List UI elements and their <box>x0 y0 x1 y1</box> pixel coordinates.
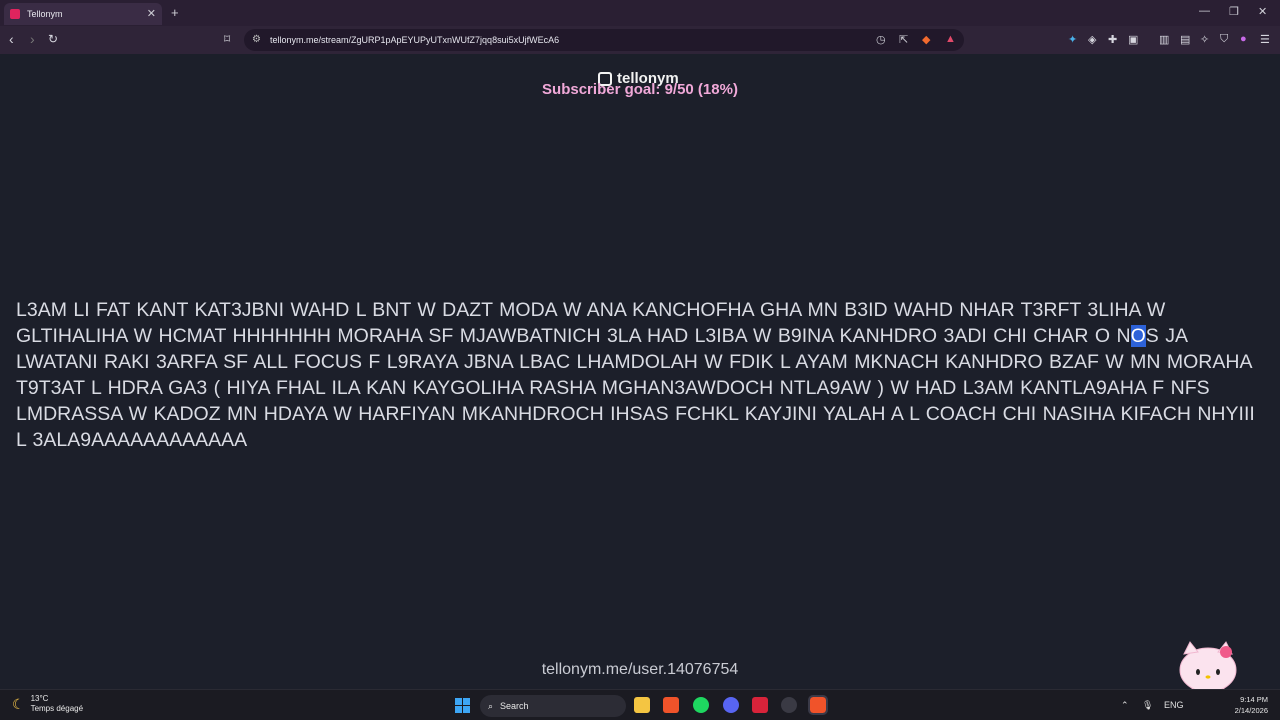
tab-bar: Tellonym ✕ + — ❐ ✕ <box>0 0 1280 26</box>
brave-active-icon[interactable] <box>808 695 828 715</box>
profile-avatar-icon[interactable]: ● <box>1240 33 1247 45</box>
weather-temperature: 13°C <box>30 694 49 703</box>
url-text: tellonym.me/stream/ZgURP1pApEYUPyUTxnWUf… <box>270 35 560 45</box>
puzzle-extensions-icon[interactable]: ✚ <box>1108 33 1117 46</box>
language-indicator[interactable]: ENG <box>1164 700 1184 710</box>
github-icon[interactable] <box>781 697 797 713</box>
file-explorer-icon[interactable] <box>634 697 650 713</box>
leo-ai-icon[interactable]: ✧ <box>1200 33 1209 46</box>
spotify-icon[interactable] <box>693 697 709 713</box>
windows-taskbar: ☾ 13°C Temps dégagé ⌕ Search ⌃ 🎙 ENG 9:1… <box>0 689 1280 720</box>
new-tab-icon[interactable]: + <box>171 5 179 20</box>
search-label: Search <box>500 701 529 711</box>
tray-overflow-icon[interactable]: ⌃ <box>1121 700 1129 711</box>
moon-weather-icon: ☾ <box>12 696 25 712</box>
tellonym-stream-page: tellonym Subscriber goal: 9/50 (18%) L3A… <box>0 54 1280 689</box>
brave-browser-icon[interactable] <box>663 697 679 713</box>
clock-time: 9:14 PM <box>1240 695 1268 704</box>
sidebar-icon[interactable]: ▥ <box>1159 33 1169 46</box>
vpn-shield-icon[interactable]: ⛉ <box>1220 33 1228 46</box>
system-clock[interactable]: 9:14 PM 2/14/2026 <box>1228 694 1268 716</box>
message-text-before: L3AM LI FAT KANT KAT3JBNI WAHD L BNT W D… <box>16 299 1166 347</box>
bookmark-icon[interactable]: ⌑ <box>224 32 230 46</box>
tab-title: Tellonym <box>27 9 63 19</box>
brave-rewards-icon[interactable]: ▲ <box>945 33 956 45</box>
taskbar-search[interactable]: ⌕ Search <box>480 695 626 717</box>
extension-icon[interactable]: ◈ <box>1088 33 1096 46</box>
windows-start-icon[interactable] <box>455 698 470 713</box>
tell-message: L3AM LI FAT KANT KAT3JBNI WAHD L BNT W D… <box>16 297 1268 453</box>
back-icon[interactable]: ‹ <box>9 31 14 47</box>
wallet-icon[interactable]: ▤ <box>1180 33 1190 46</box>
user-profile-link[interactable]: tellonym.me/user.14076754 <box>0 661 1280 679</box>
subscriber-goal: Subscriber goal: 9/50 (18%) <box>542 81 738 98</box>
history-icon[interactable]: ◷ <box>876 33 886 46</box>
close-tab-icon[interactable]: ✕ <box>147 7 156 20</box>
forward-icon[interactable]: › <box>30 31 35 47</box>
reload-icon[interactable]: ↻ <box>48 32 58 46</box>
clock-date: 2/14/2026 <box>1234 706 1268 715</box>
url-field[interactable]: ⚙ tellonym.me/stream/ZgURP1pApEYUPyUTxnW… <box>244 29 964 51</box>
site-settings-icon[interactable]: ⚙ <box>252 34 261 45</box>
menu-icon[interactable]: ☰ <box>1260 33 1270 46</box>
selected-text: O <box>1130 325 1146 347</box>
screenshot-icon[interactable]: ▣ <box>1128 33 1138 46</box>
app-red-icon[interactable] <box>752 697 768 713</box>
restore-icon[interactable]: ❐ <box>1229 5 1239 18</box>
browser-tab[interactable]: Tellonym ✕ <box>4 3 162 25</box>
weather-description: Temps dégagé <box>30 704 84 713</box>
share-icon[interactable]: ⇱ <box>899 33 908 46</box>
address-toolbar: ‹ › ↻ ⌑ ⚙ tellonym.me/stream/ZgURP1pApEY… <box>0 26 1280 54</box>
search-icon: ⌕ <box>488 700 494 711</box>
microphone-icon[interactable]: 🎙 <box>1142 700 1153 711</box>
translate-extension-icon[interactable]: ✦ <box>1068 33 1077 46</box>
weather-widget[interactable]: ☾ 13°C Temps dégagé <box>12 694 83 714</box>
close-window-icon[interactable]: ✕ <box>1258 5 1267 18</box>
tellonym-favicon-icon <box>10 9 20 19</box>
minimize-icon[interactable]: — <box>1199 5 1210 17</box>
brave-shields-icon[interactable]: ◆ <box>922 33 930 46</box>
discord-icon[interactable] <box>723 697 739 713</box>
